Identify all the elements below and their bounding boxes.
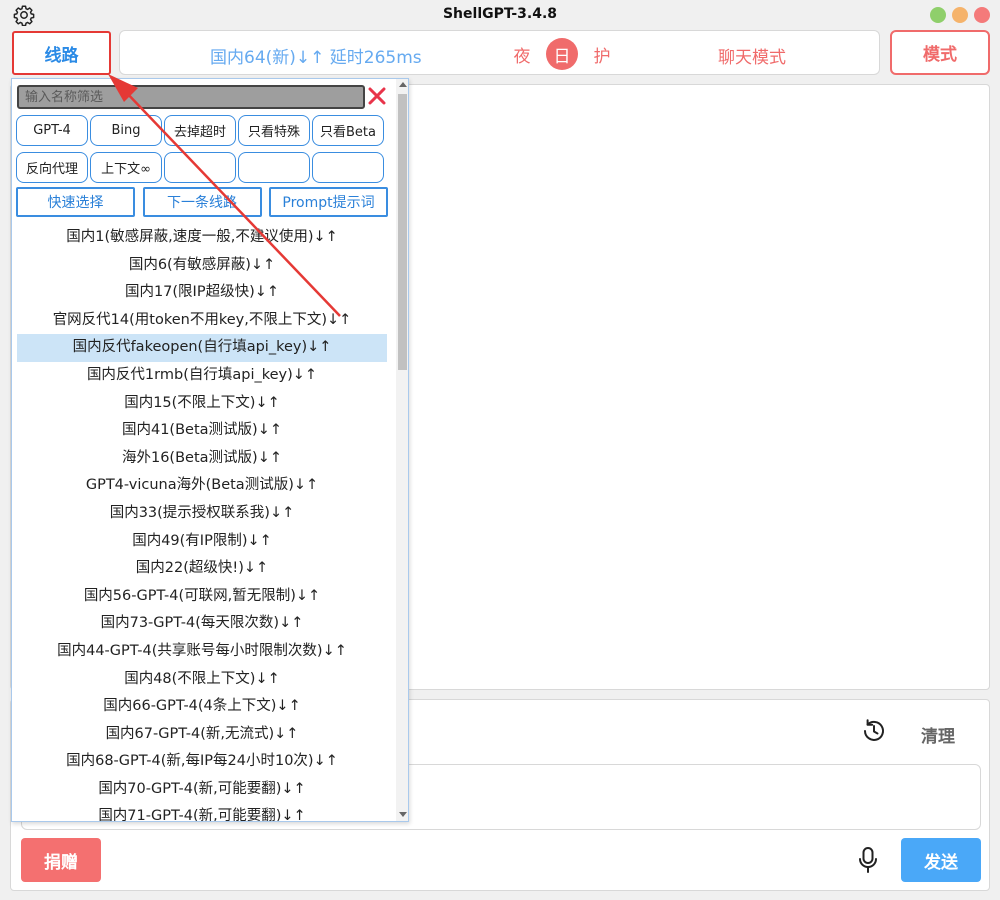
- maximize-button[interactable]: [930, 7, 946, 23]
- route-item[interactable]: 国内15(不限上下文)↓↑: [17, 390, 387, 418]
- route-item[interactable]: 国内6(有敏感屏蔽)↓↑: [17, 252, 387, 280]
- route-item[interactable]: 国内33(提示授权联系我)↓↑: [17, 500, 387, 528]
- route-item[interactable]: 国内22(超级快!)↓↑: [17, 555, 387, 583]
- route-item[interactable]: 国内反代1rmb(自行填api_key)↓↑: [17, 362, 387, 390]
- chip-bing[interactable]: Bing: [90, 115, 162, 146]
- clear-button[interactable]: 清理: [921, 722, 955, 747]
- mode-button[interactable]: 模式: [890, 30, 990, 75]
- route-item[interactable]: 国内66-GPT-4(4条上下文)↓↑: [17, 693, 387, 721]
- donate-button[interactable]: 捐赠: [21, 838, 101, 882]
- route-item[interactable]: 国内73-GPT-4(每天限次数)↓↑: [17, 610, 387, 638]
- route-item[interactable]: GPT4-vicuna海外(Beta测试版)↓↑: [17, 472, 387, 500]
- route-item[interactable]: 国内68-GPT-4(新,每IP每24小时10次)↓↑: [17, 748, 387, 776]
- theme-day-button[interactable]: 日: [546, 38, 578, 70]
- route-item[interactable]: 国内70-GPT-4(新,可能要翻)↓↑: [17, 776, 387, 804]
- chip-empty[interactable]: [238, 152, 310, 183]
- route-dropdown-content: GPT-4 Bing 去掉超时 只看特殊 只看Beta 反向代理 上下文∞ 快速…: [12, 79, 396, 821]
- chat-mode-label: 聊天模式: [718, 48, 786, 68]
- chip-gpt4[interactable]: GPT-4: [16, 115, 88, 146]
- dropdown-actions: 快速选择 下一条线路 Prompt提示词: [16, 187, 388, 217]
- chip-unlimited-context[interactable]: 上下文∞: [90, 152, 162, 183]
- route-item[interactable]: 海外16(Beta测试版)↓↑: [17, 445, 387, 473]
- route-item[interactable]: 国内41(Beta测试版)↓↑: [17, 417, 387, 445]
- route-item[interactable]: 官网反代14(用token不用key,不限上下文)↓↑: [17, 307, 387, 335]
- route-button[interactable]: 线路: [12, 31, 111, 75]
- scroll-thumb[interactable]: [398, 94, 407, 370]
- chip-empty[interactable]: [312, 152, 384, 183]
- close-x-icon[interactable]: [367, 84, 387, 108]
- prompt-button[interactable]: Prompt提示词: [269, 187, 388, 217]
- route-item[interactable]: 国内反代fakeopen(自行填api_key)↓↑: [17, 334, 387, 362]
- quick-select-button[interactable]: 快速选择: [16, 187, 135, 217]
- theme-eye-care-button[interactable]: 护: [586, 38, 618, 70]
- scroll-up-icon[interactable]: [399, 82, 407, 87]
- chip-empty[interactable]: [164, 152, 236, 183]
- microphone-icon[interactable]: [857, 846, 879, 874]
- route-item[interactable]: 国内44-GPT-4(共享账号每小时限制次数)↓↑: [17, 638, 387, 666]
- history-icon[interactable]: [859, 716, 889, 746]
- route-filter-input[interactable]: [17, 85, 365, 109]
- window-title: ShellGPT-3.4.8: [442, 6, 558, 22]
- route-list: 国内1(敏感屏蔽,速度一般,不建议使用)↓↑ 国内6(有敏感屏蔽)↓↑ 国内17(限…: [17, 224, 387, 821]
- theme-night-button[interactable]: 夜: [506, 38, 538, 70]
- current-route-info: 国内64(新)↓↑ 延时265ms: [210, 48, 422, 68]
- close-window-button[interactable]: [974, 7, 990, 23]
- chip-hide-timeout[interactable]: 去掉超时: [164, 115, 236, 146]
- route-item[interactable]: 国内48(不限上下文)↓↑: [17, 666, 387, 694]
- route-item[interactable]: 国内49(有IP限制)↓↑: [17, 528, 387, 556]
- chip-special-only[interactable]: 只看特殊: [238, 115, 310, 146]
- status-bar: 国内64(新)↓↑ 延时265ms 夜 日 护 聊天模式: [119, 30, 880, 75]
- route-item[interactable]: 国内17(限IP超级快)↓↑: [17, 279, 387, 307]
- route-dropdown: GPT-4 Bing 去掉超时 只看特殊 只看Beta 反向代理 上下文∞ 快速…: [11, 78, 409, 822]
- route-item[interactable]: 国内71-GPT-4(新,可能要翻)↓↑: [17, 803, 387, 821]
- send-button[interactable]: 发送: [901, 838, 981, 882]
- route-item[interactable]: 国内67-GPT-4(新,无流式)↓↑: [17, 721, 387, 749]
- next-route-button[interactable]: 下一条线路: [142, 187, 262, 217]
- scroll-down-icon[interactable]: [399, 812, 407, 817]
- route-item[interactable]: 国内56-GPT-4(可联网,暂无限制)↓↑: [17, 583, 387, 611]
- chip-reverse-proxy[interactable]: 反向代理: [16, 152, 88, 183]
- title-bar: ShellGPT-3.4.8: [0, 0, 1000, 30]
- filter-chip-grid: GPT-4 Bing 去掉超时 只看特殊 只看Beta 反向代理 上下文∞: [16, 115, 388, 183]
- route-item[interactable]: 国内1(敏感屏蔽,速度一般,不建议使用)↓↑: [17, 224, 387, 252]
- chip-beta-only[interactable]: 只看Beta: [312, 115, 384, 146]
- route-list-scrollbar[interactable]: [396, 79, 408, 821]
- minimize-button[interactable]: [952, 7, 968, 23]
